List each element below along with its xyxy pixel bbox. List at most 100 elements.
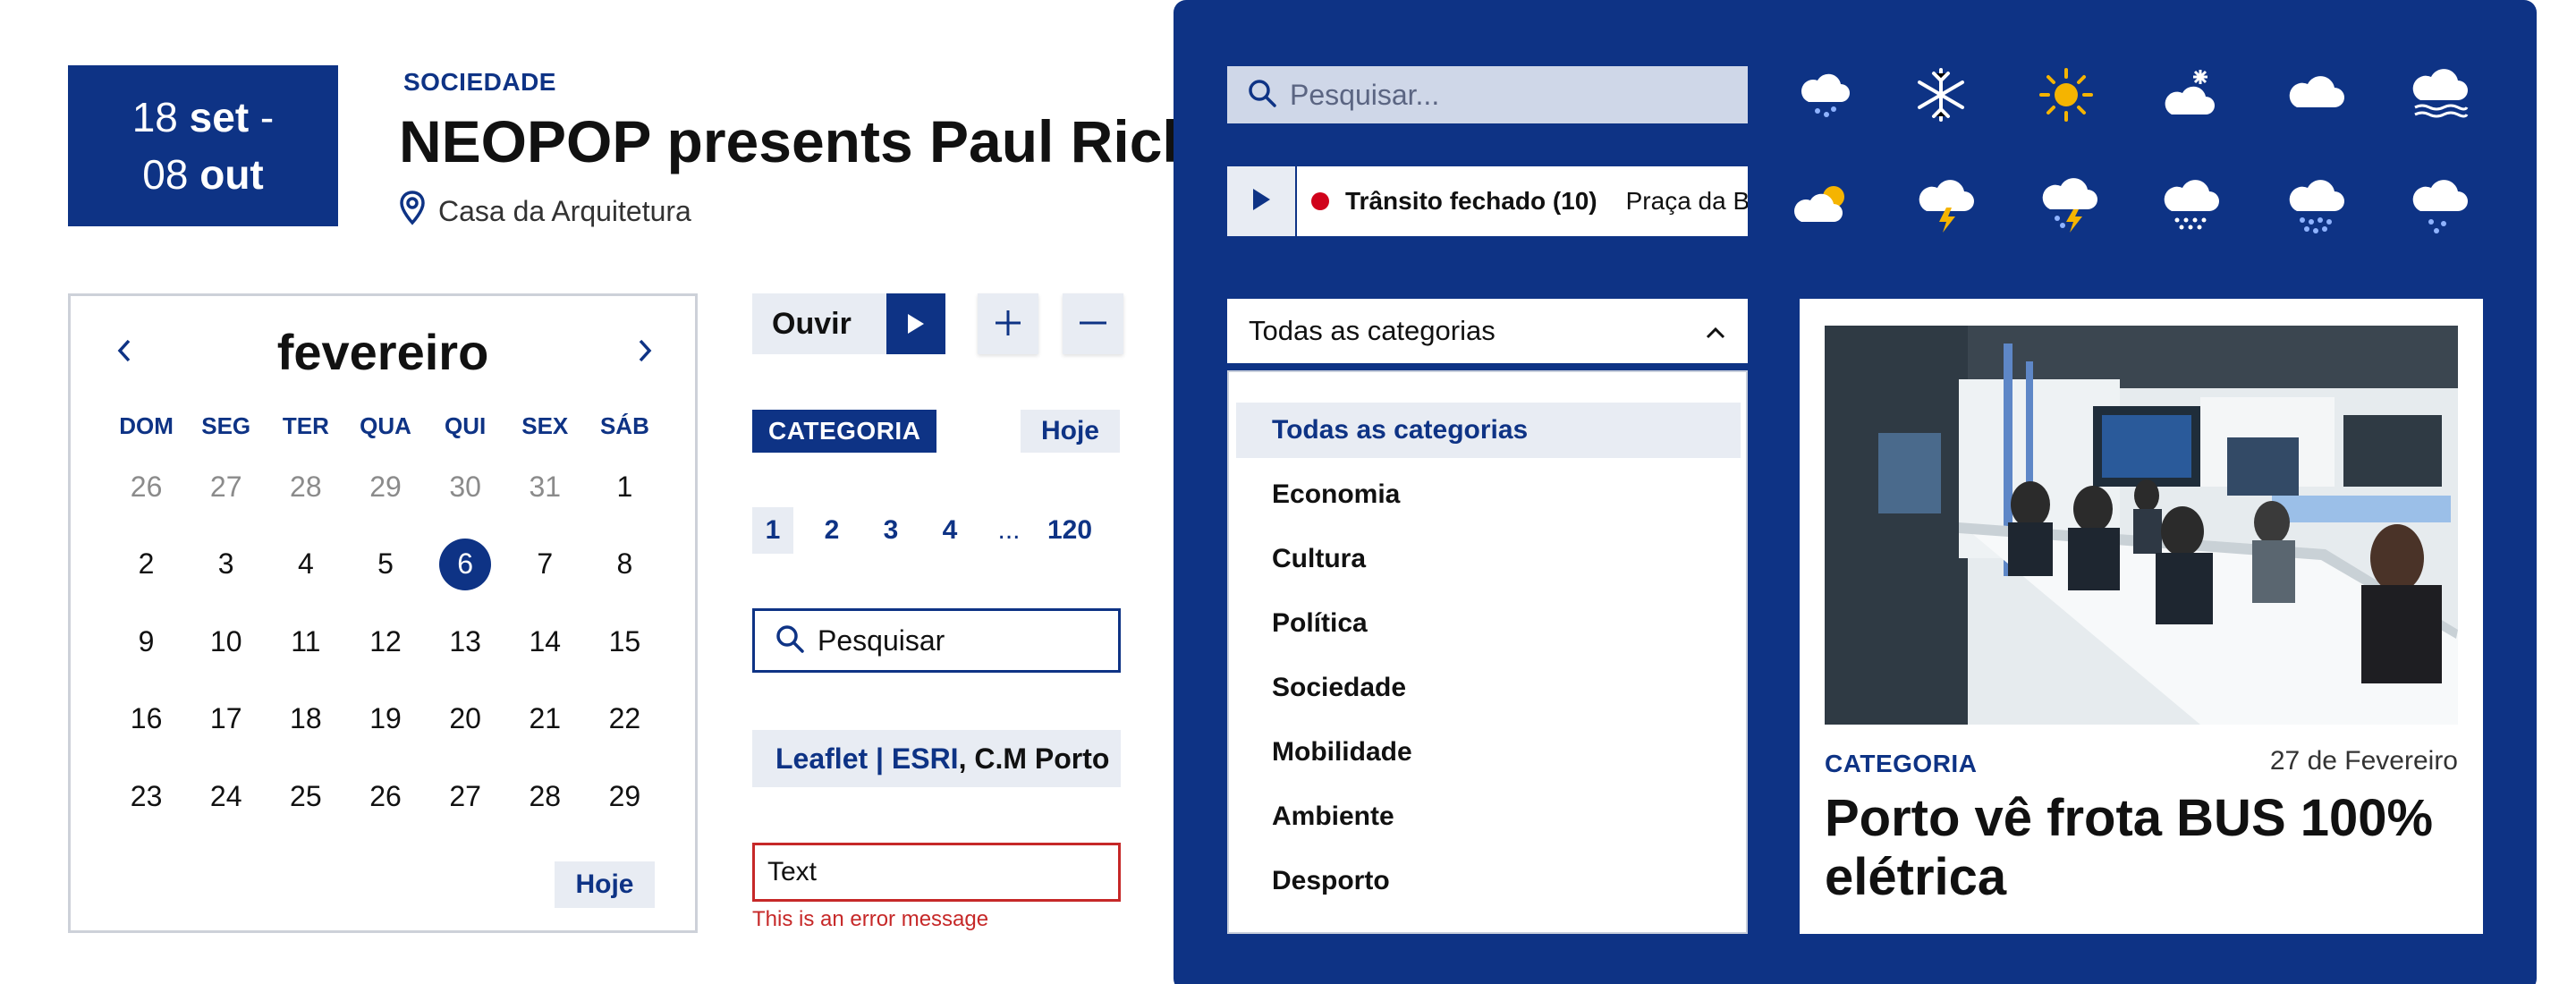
calendar-day[interactable]: 10 [186, 603, 266, 681]
pagination-page[interactable]: 120 [1047, 507, 1092, 554]
calendar-day-number: 13 [449, 624, 481, 657]
calendar-day-number: 2 [138, 547, 155, 581]
news-card-image[interactable] [1825, 326, 2458, 725]
play-icon[interactable] [886, 293, 945, 354]
ticker-title: Trânsito fechado (10) [1345, 187, 1597, 215]
weekday-label: SÁB [599, 411, 649, 439]
calendar-day[interactable]: 3 [186, 526, 266, 604]
calendar-day[interactable]: 26 [345, 758, 425, 836]
play-icon [1250, 186, 1273, 217]
dropdown-option[interactable]: Todas as categorias [1236, 403, 1741, 458]
dropdown-option[interactable]: Cultura [1236, 531, 1741, 587]
traffic-ticker: Trânsito fechado (10) Praça da Batalha [1227, 166, 1748, 236]
calendar-day-number: 29 [369, 470, 402, 503]
dropdown-option[interactable]: Mobilidade [1236, 725, 1741, 780]
calendar-day[interactable]: 1 [585, 448, 665, 526]
dropdown-option[interactable]: Política [1236, 596, 1741, 651]
listen-button[interactable]: Ouvir [752, 293, 945, 354]
zoom-out-button[interactable] [1063, 293, 1123, 354]
location-pin-icon [399, 190, 426, 233]
calendar-day-number: 5 [377, 547, 394, 581]
pagination-page[interactable]: 3 [870, 507, 911, 554]
chevron-up-icon [1705, 315, 1726, 347]
category-dropdown: Todas as categorias Economia Cultura Políti… [1227, 370, 1748, 934]
calendar-day[interactable]: 29 [345, 448, 425, 526]
calendar-day[interactable]: 7 [505, 526, 585, 604]
calendar-day[interactable]: 28 [505, 758, 585, 836]
dropdown-option[interactable]: Ambiente [1236, 789, 1741, 844]
error-input[interactable] [767, 857, 1107, 887]
calendar-day-number: 1 [616, 470, 633, 503]
event-title[interactable]: NEOPOP presents Paul Rich [399, 107, 1199, 175]
showers-cloud-icon [2408, 174, 2472, 238]
calendar-day[interactable]: 16 [106, 681, 186, 759]
calendar-day[interactable]: 9 [106, 603, 186, 681]
calendar-day[interactable]: 13 [426, 603, 505, 681]
today-button[interactable]: Hoje [1021, 410, 1120, 453]
snow-cloud-icon [2159, 63, 2224, 127]
dropdown-option[interactable]: Economia [1236, 467, 1741, 522]
calendar-day[interactable]: 11 [266, 603, 345, 681]
category-tag[interactable]: CATEGORIA [752, 410, 937, 453]
calendar-day[interactable]: 15 [585, 603, 665, 681]
drizzle-cloud-icon [2159, 174, 2224, 238]
calendar-day-number: 11 [291, 624, 321, 657]
dropdown-option[interactable]: Desporto [1236, 853, 1741, 909]
news-card-title[interactable]: Porto vê frota BUS 100% elétrica [1825, 789, 2451, 907]
event-date-end: 08 out [142, 151, 264, 198]
search-input[interactable] [818, 623, 1104, 657]
zoom-in-button[interactable] [978, 293, 1038, 354]
weekday-label: TER [282, 411, 329, 439]
calendar-day[interactable]: 24 [186, 758, 266, 836]
calendar-day-number: 18 [290, 702, 322, 735]
error-text-field[interactable] [752, 843, 1121, 902]
event-date-box: 18 set - 08 out [68, 65, 338, 226]
calendar-day[interactable]: 12 [345, 603, 425, 681]
dropdown-option[interactable]: Sociedade [1236, 660, 1741, 716]
calendar-day[interactable]: 21 [505, 681, 585, 759]
search-icon [775, 623, 805, 658]
panel-search-field[interactable] [1227, 66, 1748, 123]
pagination-page[interactable]: 1 [752, 507, 793, 554]
calendar-day[interactable]: 6 [426, 526, 505, 604]
calendar-day[interactable]: 8 [585, 526, 665, 604]
calendar-day[interactable]: 22 [585, 681, 665, 759]
calendar-day[interactable]: 14 [505, 603, 585, 681]
calendar-day[interactable]: 17 [186, 681, 266, 759]
calendar-day[interactable]: 2 [106, 526, 186, 604]
search-field[interactable] [752, 608, 1121, 673]
calendar-day[interactable]: 19 [345, 681, 425, 759]
calendar-day[interactable]: 30 [426, 448, 505, 526]
chevron-right-icon[interactable] [627, 334, 663, 369]
event-date-start: 18 set - [131, 94, 275, 140]
calendar-day[interactable]: 27 [426, 758, 505, 836]
panel-search-input[interactable] [1290, 78, 1737, 112]
calendar-today-button[interactable]: Hoje [555, 861, 655, 908]
calendar-day[interactable]: 27 [186, 448, 266, 526]
calendar-day[interactable]: 31 [505, 448, 585, 526]
pagination-page[interactable]: 4 [929, 507, 970, 554]
pagination: 1 2 3 4... 120 [752, 507, 1092, 554]
attribution-link[interactable]: Leaflet | ESRI [775, 742, 959, 776]
pagination-page[interactable]: 2 [811, 507, 852, 554]
category-select[interactable]: Todas as categorias [1227, 299, 1748, 363]
calendar-day-number: 7 [537, 547, 554, 581]
calendar-day[interactable]: 18 [266, 681, 345, 759]
calendar-day[interactable]: 5 [345, 526, 425, 604]
calendar-day[interactable]: 23 [106, 758, 186, 836]
weekday-label: QUA [360, 411, 411, 439]
calendar-day[interactable]: 4 [266, 526, 345, 604]
calendar-day[interactable]: 26 [106, 448, 186, 526]
news-card[interactable]: CATEGORIA 27 de Fevereiro Porto vê frota… [1800, 299, 2483, 934]
calendar-day-number: 23 [130, 779, 163, 812]
calendar-day[interactable]: 29 [585, 758, 665, 836]
calendar-day[interactable]: 20 [426, 681, 505, 759]
plus-icon [993, 300, 1023, 348]
calendar-day[interactable]: 25 [266, 758, 345, 836]
calendar-day-number: 31 [529, 470, 562, 503]
ticker-location: Praça da Batalha [1625, 187, 1748, 215]
calendar-day[interactable]: 28 [266, 448, 345, 526]
listen-label[interactable]: Ouvir [752, 293, 886, 354]
calendar-day-number: 29 [608, 779, 641, 812]
ticker-play-button[interactable] [1227, 166, 1297, 236]
